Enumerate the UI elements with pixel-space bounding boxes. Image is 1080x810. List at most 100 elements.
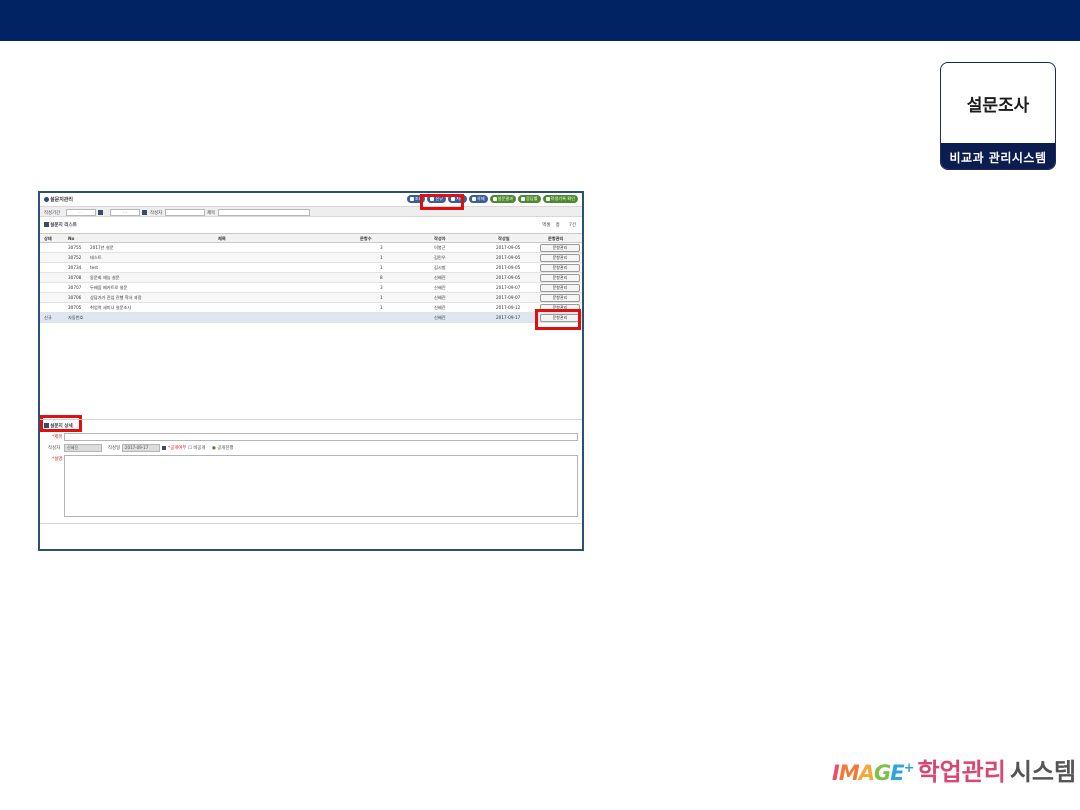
section-badge: 설문조사 비교과 관리시스템 (940, 62, 1056, 170)
document-icon (492, 197, 497, 201)
cell-no: 30705 (68, 305, 82, 310)
cell-title: 취업역 세미나 설문조사 (90, 305, 132, 310)
search-icon (409, 197, 414, 201)
cell-title: 테스트 (90, 255, 102, 260)
question-manage-button[interactable]: 문항관리 (540, 294, 580, 302)
table-row[interactable]: 30706 상담가가 진입 진행 학사 과정 1 신혜진 2017-09-07 문항관리 (40, 293, 582, 303)
cell-date: 2017-09-17 (496, 315, 521, 320)
cell-date: 2017-09-05 (496, 255, 521, 260)
delete-icon (471, 197, 476, 201)
cell-author: 신혜진 (434, 275, 446, 280)
excel-button[interactable]: 엑셀 (542, 223, 550, 228)
brand-text-primary: 학업관리 (917, 758, 1006, 786)
cell-no: 30707 (68, 285, 82, 290)
col-state: 상태 (44, 236, 52, 241)
table-row[interactable]: 30707 두배움 메카트로 설문 3 신혜진 2017-09-07 문항관리 (40, 283, 582, 293)
cell-no: 30708 (68, 275, 82, 280)
panel-title: 설문지관리 (44, 196, 73, 203)
col-date: 작성일 (498, 236, 510, 241)
detail-title-input[interactable] (64, 433, 578, 441)
logo-letter: I (832, 761, 840, 785)
cell-no: 30755 (68, 245, 82, 250)
table-header: 상태 No 제목 문항수 작성자 작성일 문항관리 (40, 233, 582, 243)
response-rate-button[interactable]: 응답률 (517, 195, 541, 203)
question-manage-button[interactable]: 문항관리 (540, 274, 580, 282)
logo-letter: M (838, 761, 860, 785)
public-label: *공개여부 (168, 446, 187, 451)
cell-author: 신혜진 (434, 305, 446, 310)
private-option-label: 비공개 (193, 446, 206, 451)
document-icon (545, 197, 550, 201)
calendar-icon[interactable] (142, 210, 147, 215)
date-from-input[interactable]: - - (66, 209, 96, 216)
cell-author: 신혜진 (434, 285, 446, 290)
table-row[interactable]: 신규 자동번호 신혜진 2017-09-17 문항관리 (40, 313, 582, 323)
student-record-button[interactable]: 학생기록 확인 (542, 195, 578, 203)
cell-count: 1 (380, 305, 383, 310)
cell-no: 30706 (68, 295, 82, 300)
calendar-icon[interactable] (162, 446, 166, 450)
results-button[interactable]: 설문결과 (489, 195, 516, 203)
cell-count: 8 (380, 275, 383, 280)
private-option[interactable]: ☐ 비공개 (188, 445, 205, 451)
title-input[interactable] (218, 209, 310, 216)
image-plus-logo: IMAGE+ (832, 761, 915, 785)
col-no: No (68, 236, 75, 241)
col-manage: 문항관리 (548, 236, 564, 241)
search-filter-bar: 작성기간 - - - - 작성자 제목 (40, 206, 582, 217)
list-icon (44, 222, 49, 227)
detail-author-label: 작성자 (48, 446, 61, 451)
col-title: 제목 (218, 236, 226, 241)
total-label: 총 (555, 223, 560, 228)
calendar-icon[interactable] (98, 210, 103, 215)
brand-text-secondary: 시스템 (1009, 758, 1077, 786)
cell-author: 김민우 (434, 255, 446, 260)
cell-state: 신규 (44, 315, 52, 320)
question-manage-button[interactable]: 문항관리 (540, 264, 580, 272)
detail-author-input: 신혜진 (64, 444, 102, 452)
list-tools: 엑셀 총 7건 (542, 222, 576, 228)
cell-title: test (90, 265, 99, 270)
bullet-icon (44, 197, 49, 202)
date-to-input[interactable]: - - (110, 209, 140, 216)
table-row[interactable]: 30734 test 1 김시험 2017-09-05 문항관리 (40, 263, 582, 273)
cell-title: 동문회 재능 설문 (90, 275, 120, 280)
public-option[interactable]: ● 공개진행 (212, 445, 233, 451)
cell-no: 자동번호 (68, 315, 84, 320)
panel-header: 설문지관리 조회 신규 저장 삭제 설문결과 응답률 학생기록 확인 (40, 193, 582, 205)
top-banner (0, 0, 1080, 41)
cell-date: 2017-09-05 (496, 275, 521, 280)
badge-subtitle: 비교과 관리시스템 (941, 143, 1055, 169)
cell-author: 김시험 (434, 265, 446, 270)
table-row[interactable]: 30752 테스트 1 김민우 2017-09-05 문항관리 (40, 253, 582, 263)
table-row[interactable]: 30708 동문회 재능 설문 8 신혜진 2017-09-05 문항관리 (40, 273, 582, 283)
cell-date: 2017-09-07 (496, 295, 521, 300)
table-row[interactable]: 30705 취업역 세미나 설문조사 1 신혜진 2017-09-12 문항관리 (40, 303, 582, 313)
cell-count: 1 (380, 255, 383, 260)
question-manage-button[interactable]: 문항관리 (540, 284, 580, 292)
detail-header: 설문지 상세 (40, 419, 582, 430)
period-label: 작성기간 (44, 211, 61, 216)
logo-letter: E (890, 761, 904, 785)
logo-letter: G (874, 761, 891, 785)
question-manage-button[interactable]: 문항관리 (540, 244, 580, 252)
response-rate-button-label: 응답률 (525, 196, 538, 201)
cell-date: 2017-09-12 (496, 305, 521, 310)
cell-date: 2017-09-07 (496, 285, 521, 290)
public-option-label: 공개진행 (217, 446, 234, 451)
detail-description-textarea[interactable] (64, 455, 578, 517)
question-manage-button[interactable]: 문항관리 (540, 254, 580, 262)
survey-admin-screenshot: 설문지관리 조회 신규 저장 삭제 설문결과 응답률 학생기록 확인 작성기간 … (38, 191, 584, 551)
table-row[interactable]: 30755 2017년 설문 3 이봉근 2017-09-05 문항관리 (40, 243, 582, 253)
cell-date: 2017-09-05 (496, 245, 521, 250)
col-author: 작성자 (434, 236, 446, 241)
cell-title: 두배움 메카트로 설문 (90, 285, 128, 290)
highlight-box (420, 194, 464, 210)
detail-section-label: 설문지 상세 (44, 423, 73, 429)
list-section-label-text: 설문지 리스트 (50, 223, 77, 228)
logo-plus: + (903, 761, 915, 776)
cell-no: 30752 (68, 255, 82, 260)
cell-author: 신혜진 (434, 315, 446, 320)
delete-button[interactable]: 삭제 (468, 195, 488, 203)
author-input[interactable] (165, 209, 205, 216)
